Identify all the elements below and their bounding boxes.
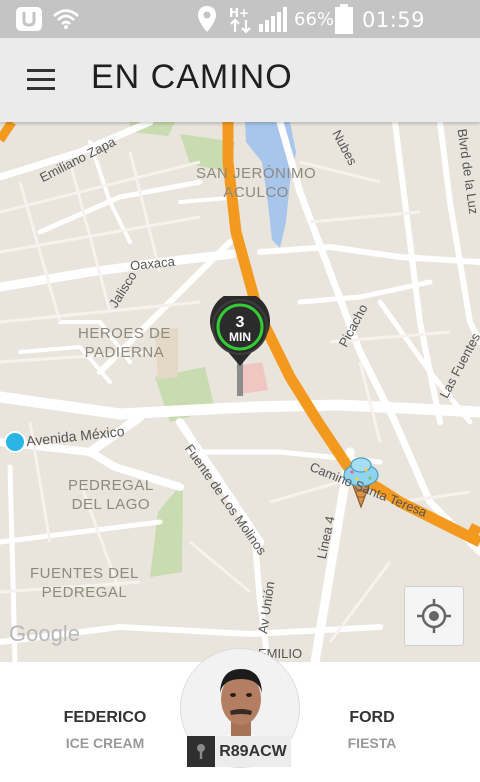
uber-app-icon [16,7,42,31]
google-attribution: Google [9,621,80,646]
eta-unit: MIN [229,330,251,344]
driver-name: FEDERICO [63,709,147,726]
area-label-pedregal-del-lago: PEDREGAL DEL LAGO [68,477,154,513]
pickup-eta-pin[interactable]: 3 MIN [207,296,273,396]
vehicle-make: FORD [349,709,395,726]
license-plate: R89ACW [187,736,291,767]
driver-subtitle: ICE CREAM [65,735,145,751]
my-location-button[interactable] [404,586,464,646]
pin-icon [187,736,215,767]
app-bar: EN CAMINO [0,38,480,122]
plate-number: R89ACW [219,743,287,760]
area-label-fuentes-del-pedregal: FUENTES DEL PEDREGAL [30,565,139,601]
area-label-heroes-de-padierna: HEROES DE PADIERNA [78,325,171,361]
vehicle-model: FIESTA [347,735,397,751]
crosshair-icon [417,599,451,633]
pin-marker-icon [210,296,270,396]
battery-percent: 66% [294,9,335,30]
location-icon [198,6,216,32]
wifi-icon [53,9,79,29]
page-title: EN CAMINO [91,58,293,96]
area-label-san-jeronimo: SAN JERÓNIMO ACULCO [196,165,317,201]
map-view[interactable]: Emiliano Zapa Oaxaca Jalisco Nubes Picac… [0,122,480,662]
menu-icon [27,69,55,72]
battery-icon [335,4,353,34]
signal-icon [259,7,287,32]
data-hplus-icon: H+ [229,6,251,33]
menu-button[interactable] [22,63,62,97]
svg-text:H+: H+ [229,6,249,20]
status-bar: H+ 66% 01:59 p.m. [0,0,480,56]
